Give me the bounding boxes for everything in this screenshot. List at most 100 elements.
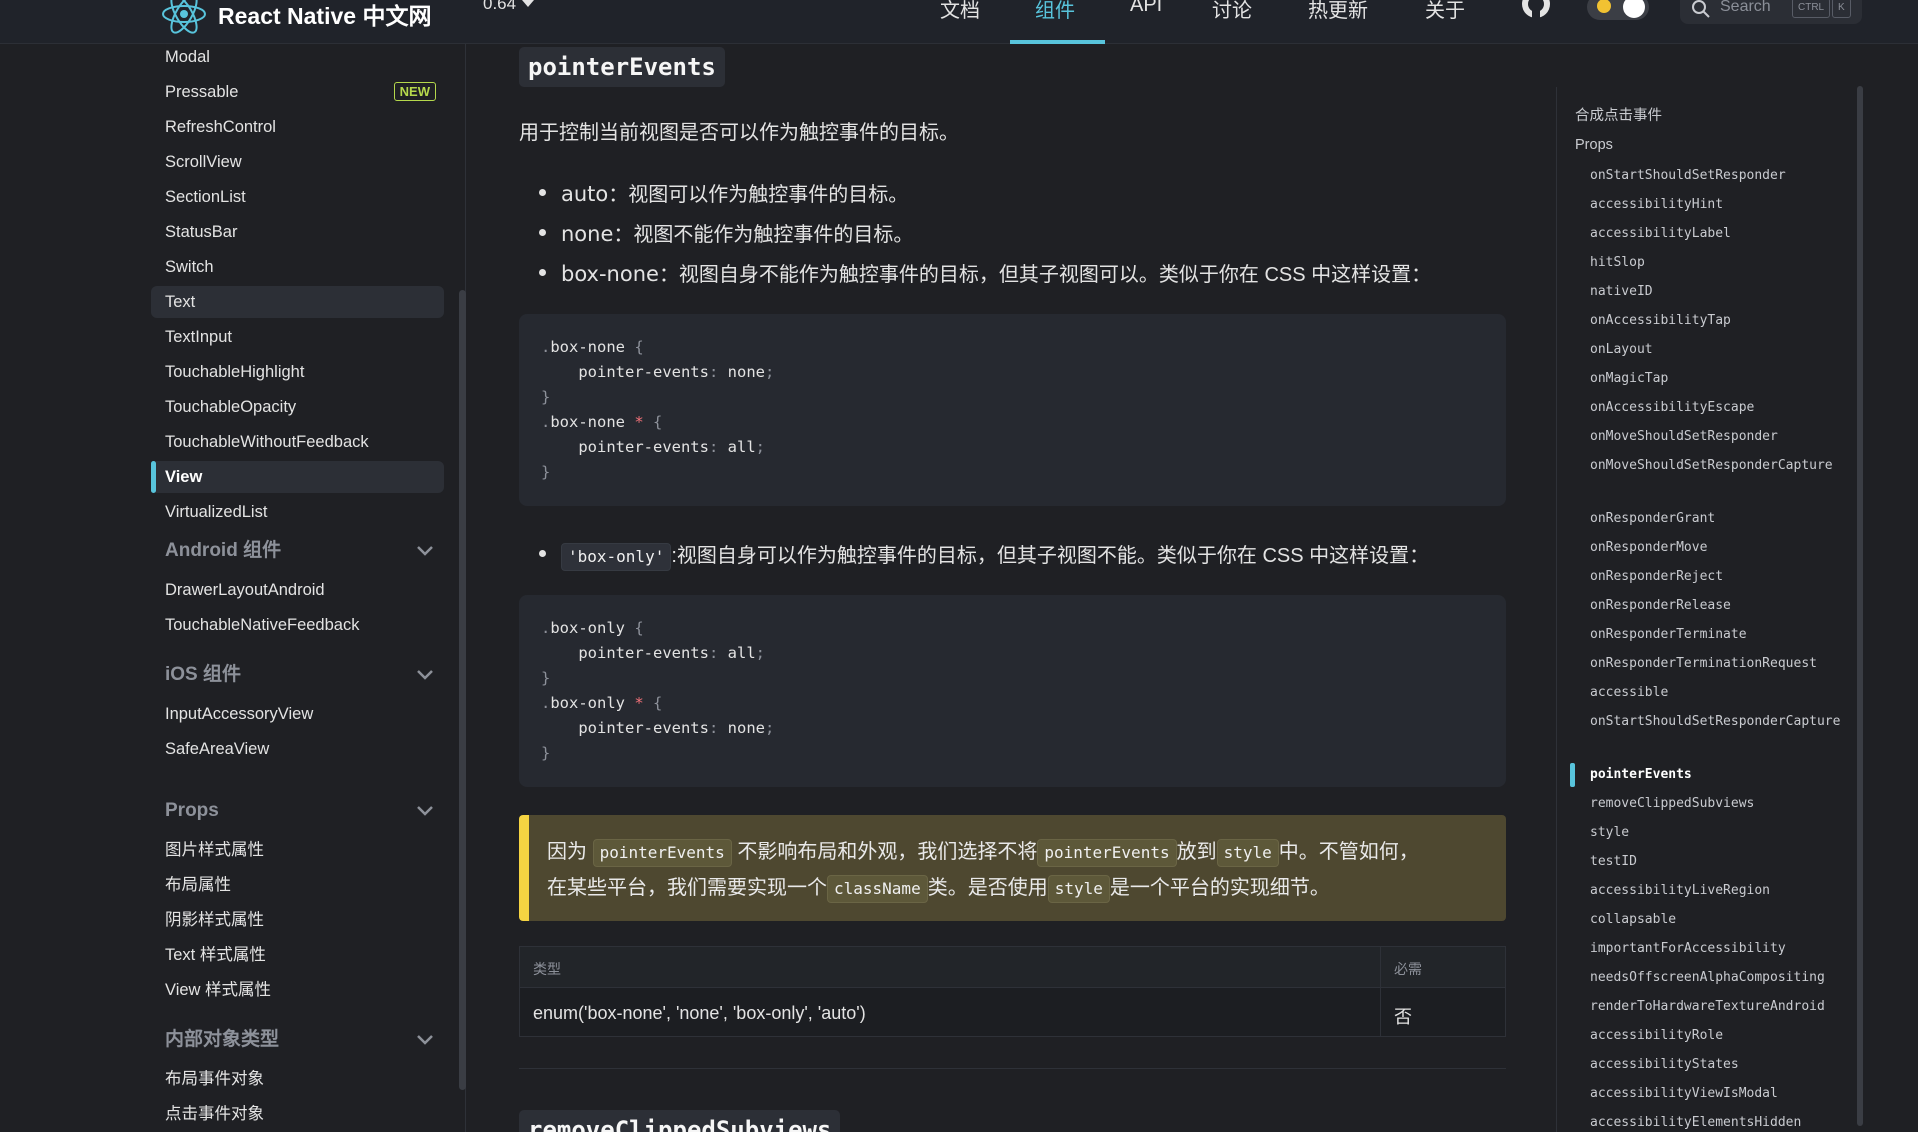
sidebar-item-pressable[interactable]: Pressable NEW: [151, 76, 444, 108]
sidebar-item-text[interactable]: Text: [151, 286, 444, 318]
code-line: }: [541, 388, 551, 406]
code-line: pointer-events: none;: [578, 719, 775, 737]
sidebar-item-touchableopacity[interactable]: TouchableOpacity: [151, 391, 444, 423]
nav-components[interactable]: 组件: [1035, 0, 1075, 23]
toc-item[interactable]: accessibilityViewIsModal: [1590, 1082, 1852, 1106]
sidebar-item-label: 布局事件对象: [165, 1070, 264, 1088]
toc-item[interactable]: style: [1590, 821, 1852, 845]
callout-text: 不影响布局和外观，我们选择不将: [737, 841, 1038, 863]
toc-item[interactable]: importantForAccessibility: [1590, 937, 1852, 961]
sidebar-item-touchablehighlight[interactable]: TouchableHighlight: [151, 356, 444, 388]
sidebar-item-image-style-props[interactable]: 图片样式属性: [151, 834, 444, 866]
sidebar-item-virtualizedlist[interactable]: VirtualizedList: [151, 496, 444, 528]
version-dropdown[interactable]: 0.64: [483, 0, 535, 14]
sidebar-item-label: Modal: [165, 48, 210, 66]
sidebar-item-layout-props[interactable]: 布局属性: [151, 869, 444, 901]
toc-item[interactable]: renderToHardwareTextureAndroid: [1590, 995, 1852, 1019]
sidebar-category-ios[interactable]: iOS 组件: [151, 659, 444, 691]
toc-item[interactable]: needsOffscreenAlphaCompositing: [1590, 966, 1852, 990]
search-button[interactable]: Search CTRL K: [1680, 0, 1862, 24]
toc-item[interactable]: nativeID: [1590, 280, 1852, 304]
sidebar-item-scrollview[interactable]: ScrollView: [151, 146, 444, 178]
sidebar-item-refreshcontrol[interactable]: RefreshControl: [151, 111, 444, 143]
github-icon[interactable]: [1520, 0, 1552, 25]
toc-item[interactable]: accessibilityHint: [1590, 193, 1852, 217]
sidebar-item-label: SafeAreaView: [165, 740, 270, 758]
toc-item[interactable]: testID: [1590, 850, 1852, 874]
toc-item[interactable]: collapsable: [1590, 908, 1852, 932]
toc-item[interactable]: accessible: [1590, 681, 1852, 705]
sidebar-item-view-style-props[interactable]: View 样式属性: [151, 974, 444, 1006]
sidebar-item-touchablenativefeedback[interactable]: TouchableNativeFeedback: [151, 609, 444, 641]
sidebar-item-touchablewithoutfeedback[interactable]: TouchableWithoutFeedback: [151, 426, 444, 458]
sidebar-item-text-style-props[interactable]: Text 样式属性: [151, 939, 444, 971]
sidebar-item-statusbar[interactable]: StatusBar: [151, 216, 444, 248]
logo-text: React Native 中文网: [218, 3, 432, 29]
sidebar-item-press-event[interactable]: 点击事件对象: [151, 1098, 444, 1130]
sidebar-item-layout-event[interactable]: 布局事件对象: [151, 1063, 444, 1095]
toc-item[interactable]: onAccessibilityEscape: [1590, 396, 1852, 420]
sidebar-category-internal-objects[interactable]: 内部对象类型: [151, 1024, 444, 1056]
sidebar-item-textinput[interactable]: TextInput: [151, 321, 444, 353]
section-divider: [519, 1068, 1506, 1069]
toc-item[interactable]: onResponderRelease: [1590, 594, 1852, 618]
toc-item[interactable]: onResponderTerminationRequest: [1590, 652, 1852, 676]
toc-item[interactable]: accessibilityLabel: [1590, 222, 1852, 246]
nav-about[interactable]: 关于: [1425, 0, 1465, 23]
toc-scrollbar[interactable]: [1857, 86, 1863, 1126]
code-line: .box-none {: [541, 338, 644, 356]
sidebar-category-android[interactable]: Android 组件: [151, 535, 444, 567]
toc-item[interactable]: onMoveShouldSetResponderCapture: [1590, 454, 1852, 478]
nav-discuss[interactable]: 讨论: [1212, 0, 1252, 23]
toc-item[interactable]: onAccessibilityTap: [1590, 309, 1852, 333]
toc-item[interactable]: onResponderGrant: [1590, 507, 1852, 531]
toc-item[interactable]: pointerEvents: [1590, 763, 1852, 787]
sidebar-item-modal[interactable]: Modal: [151, 41, 444, 73]
sidebar-item-view[interactable]: View: [151, 461, 444, 493]
nav-hot-update[interactable]: 热更新: [1308, 0, 1368, 23]
code-line: .box-only * {: [541, 694, 663, 712]
toc-item[interactable]: onMagicTap: [1590, 367, 1852, 391]
toc-active-indicator: [1570, 763, 1575, 787]
sidebar-item-label: 阴影样式属性: [165, 911, 264, 929]
sidebar-item-label: Pressable: [165, 83, 239, 101]
chevron-down-icon: [417, 670, 433, 680]
toc-item[interactable]: onResponderTerminate: [1590, 623, 1852, 647]
callout-text: 类。是否使用: [927, 877, 1048, 899]
code-line: }: [541, 463, 551, 481]
sidebar-item-shadow-props[interactable]: 阴影样式属性: [151, 904, 444, 936]
sidebar-scrollbar[interactable]: [459, 290, 466, 1090]
nav-api[interactable]: API: [1130, 0, 1162, 17]
toc-item[interactable]: accessibilityElementsHidden: [1590, 1111, 1852, 1132]
toc-item[interactable]: accessibilityStates: [1590, 1053, 1852, 1077]
toc-item[interactable]: hitSlop: [1590, 251, 1852, 275]
toc-item[interactable]: onResponderMove: [1590, 536, 1852, 560]
sidebar-item-switch[interactable]: Switch: [151, 251, 444, 283]
sidebar-item-safeareaview[interactable]: SafeAreaView: [151, 733, 444, 765]
toc-item[interactable]: removeClippedSubviews: [1590, 792, 1852, 816]
toc-item[interactable]: onStartShouldSetResponder: [1590, 164, 1852, 188]
callout-text: 是一个平台的实现细节。: [1109, 877, 1330, 899]
toc-item[interactable]: accessibilityLiveRegion: [1590, 879, 1852, 903]
toc-item[interactable]: onMoveShouldSetResponder: [1590, 425, 1852, 449]
sidebar-item-drawerlayoutandroid[interactable]: DrawerLayoutAndroid: [151, 574, 444, 606]
toc-item[interactable]: onStartShouldSetResponderCapture: [1590, 710, 1852, 734]
sidebar-category-props[interactable]: Props: [151, 795, 444, 827]
next-section-heading[interactable]: removeClippedSubviews: [519, 1110, 841, 1132]
theme-toggle[interactable]: [1587, 0, 1649, 20]
toc-heading-synthetic-events[interactable]: 合成点击事件: [1575, 104, 1662, 125]
site-logo[interactable]: React Native 中文网: [160, 0, 431, 34]
sidebar-item-label: VirtualizedList: [165, 503, 268, 521]
intro-paragraph: 用于控制当前视图是否可以作为触控事件的目标。: [519, 122, 959, 144]
toc-item[interactable]: onResponderReject: [1590, 565, 1852, 589]
sidebar-item-sectionlist[interactable]: SectionList: [151, 181, 444, 213]
nav-docs[interactable]: 文档: [940, 0, 980, 23]
section-heading[interactable]: pointerEvents: [519, 47, 725, 87]
toc-heading-props[interactable]: Props: [1575, 137, 1613, 153]
sidebar-item-inputaccessoryview[interactable]: InputAccessoryView: [151, 698, 444, 730]
callout-text: 中。不管如何，: [1278, 841, 1419, 863]
toc-item[interactable]: onLayout: [1590, 338, 1852, 362]
new-badge: NEW: [393, 82, 436, 101]
sidebar-item-label: TextInput: [165, 328, 232, 346]
toc-item[interactable]: accessibilityRole: [1590, 1024, 1852, 1048]
